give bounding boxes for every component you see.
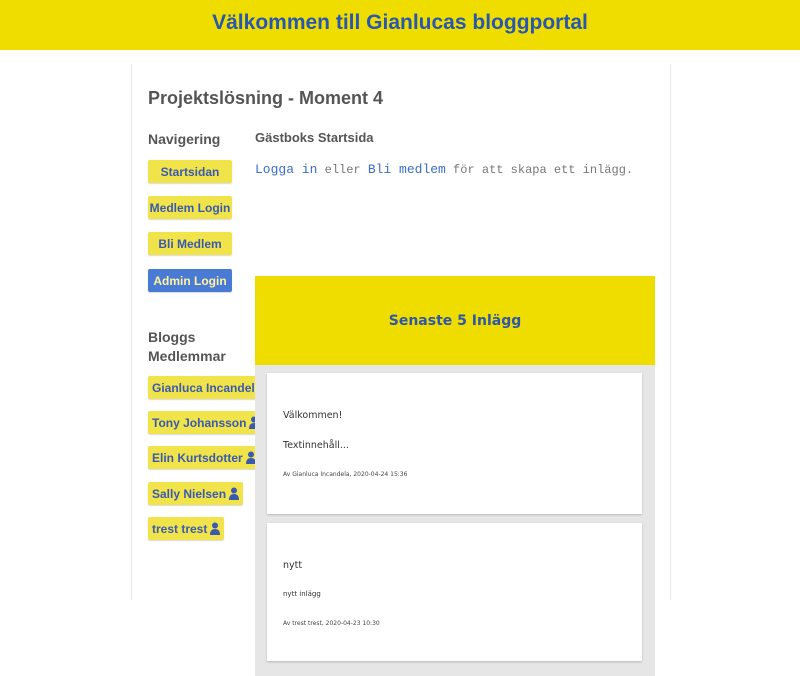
post-card: Välkommen! Textinnehåll... Av Gianluca I… <box>267 373 642 514</box>
post-meta: Av Gianluca Incandela, 2020-04-24 15:36 <box>283 471 408 478</box>
nav-medlem-login-button[interactable]: Medlem Login <box>148 196 232 219</box>
latest-posts-header: Senaste 5 Inlägg <box>255 276 655 365</box>
member-link-sally[interactable]: Sally Nielsen <box>148 482 244 505</box>
member-name: trest trest <box>152 521 208 536</box>
user-icon <box>229 487 240 500</box>
nav-admin-login-button[interactable]: Admin Login <box>148 269 232 292</box>
site-title: Välkommen till Gianlucas bloggportal <box>212 11 588 34</box>
latest-posts-heading: Senaste 5 Inlägg <box>388 312 522 329</box>
members-heading-line2: Medlemmar <box>148 348 226 364</box>
page-container: Projektslösning - Moment 4 Navigering St… <box>131 64 671 676</box>
post-content: Textinnehåll... <box>283 440 349 451</box>
latest-posts-section: Senaste 5 Inlägg Välkommen! Textinnehåll… <box>255 276 655 676</box>
member-link-trest[interactable]: trest trest <box>148 517 225 540</box>
register-link[interactable]: Bli medlem <box>368 162 446 177</box>
members-heading-line1: Bloggs <box>148 329 196 345</box>
login-or-text: eller <box>317 163 368 177</box>
user-icon <box>210 522 221 535</box>
member-link-tony[interactable]: Tony Johansson <box>148 411 264 434</box>
nav-startsidan-button[interactable]: Startsidan <box>148 160 232 183</box>
post-title: nytt <box>283 560 303 571</box>
guestbook-heading: Gästboks Startsida <box>255 130 374 145</box>
nav-heading: Navigering <box>148 131 221 147</box>
page-title: Projektslösning - Moment 4 <box>148 88 384 108</box>
post-content: nytt inlägg <box>283 590 321 598</box>
member-name: Elin Kurtsdotter <box>152 450 243 465</box>
post-card: nytt nytt inlägg Av trest trest, 2020-04… <box>267 523 642 661</box>
login-link[interactable]: Logga in <box>255 162 317 177</box>
post-title: Välkommen! <box>283 410 343 421</box>
member-name: Tony Johansson <box>152 415 247 430</box>
login-prompt: Logga in eller Bli medlem för att skapa … <box>255 162 633 177</box>
post-meta: Av trest trest, 2020-04-23 10:30 <box>283 620 380 627</box>
login-suffix-text: för att skapa ett inlägg. <box>445 163 634 177</box>
member-name: Sally Nielsen <box>152 486 227 501</box>
top-banner: Välkommen till Gianlucas bloggportal <box>0 0 800 50</box>
nav-bli-medlem-button[interactable]: Bli Medlem <box>148 232 232 255</box>
member-link-elin[interactable]: Elin Kurtsdotter <box>148 446 260 469</box>
member-name: Gianluca Incandela <box>152 380 262 395</box>
